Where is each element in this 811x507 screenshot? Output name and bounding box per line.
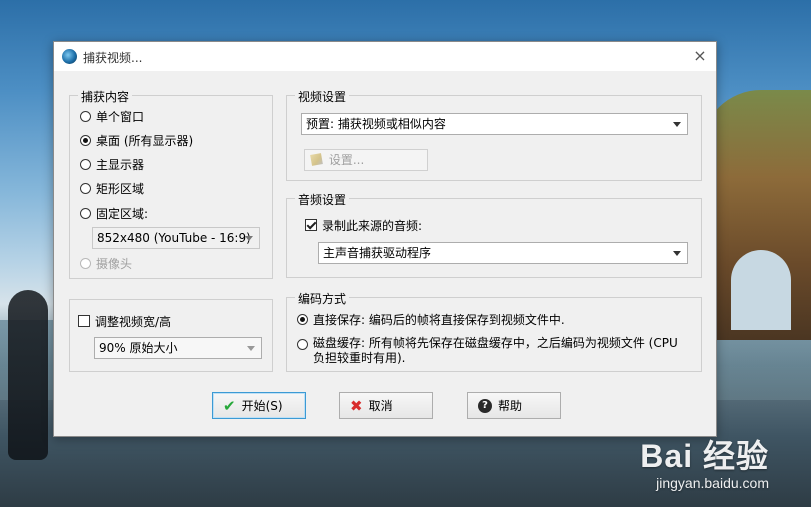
video-settings-label: 视频设置 [295, 88, 350, 105]
background-runner-silhouette [8, 290, 48, 460]
resize-group: 调整视频宽/高 90% 原始大小 [69, 299, 273, 372]
radio-circle[interactable] [80, 182, 91, 194]
fixed-region-value: 852x480 (YouTube - 16:9) [97, 231, 251, 245]
radio-fixed-region[interactable]: 固定区域: [80, 205, 148, 221]
watermark-url: jingyan.baidu.com [656, 475, 769, 491]
close-button[interactable]: × [690, 46, 710, 66]
watermark-logo: Bai 经验 [640, 438, 769, 474]
encoding-label: 编码方式 [295, 290, 350, 307]
radio-rectangle-region[interactable]: 矩形区域 [80, 180, 144, 196]
radio-circle[interactable] [80, 207, 91, 219]
record-audio-row[interactable]: 录制此来源的音频: [305, 217, 422, 233]
audio-source-dropdown[interactable]: 主声音捕获驱动程序 [318, 242, 688, 264]
cancel-button[interactable]: ✖ 取消 [339, 392, 433, 419]
resize-checkbox-row[interactable]: 调整视频宽/高 [78, 313, 171, 329]
resize-checkbox-label: 调整视频宽/高 [95, 314, 172, 329]
checkmark-icon: ✔ [223, 396, 236, 415]
chevron-down-icon [673, 122, 681, 127]
record-audio-checkbox[interactable] [305, 219, 317, 231]
video-settings-button: 设置... [304, 149, 428, 171]
video-preset-dropdown[interactable]: 预置: 捕获视频或相似内容 [301, 113, 688, 135]
encoding-group: 编码方式 直接保存: 编码后的帧将直接保存到视频文件中. 磁盘缓存: 所有帧将先… [286, 290, 702, 372]
audio-source-value: 主声音捕获驱动程序 [323, 246, 432, 260]
radio-circle[interactable] [80, 110, 91, 122]
help-button-label: 帮助 [498, 399, 523, 413]
question-icon: ? [478, 398, 492, 413]
radio-single-window[interactable]: 单个窗口 [80, 108, 144, 124]
capture-content-label: 捕获内容 [78, 88, 133, 105]
background-rock-arch [731, 250, 791, 330]
radio-circle[interactable] [80, 158, 91, 170]
start-button[interactable]: ✔ 开始(S) [212, 392, 306, 419]
radio-label: 桌面 (所有显示器) [96, 133, 194, 148]
radio-disk-cache[interactable]: 磁盘缓存: 所有帧将先保存在磁盘缓存中，之后编码为视频文件 (CPU 负担较重时… [297, 336, 689, 366]
direct-save-label: 直接保存: 编码后的帧将直接保存到视频文件中. [313, 313, 565, 327]
baidu-jingyan-watermark: Bai 经验 jingyan.baidu.com [640, 431, 769, 491]
video-settings-group: 视频设置 预置: 捕获视频或相似内容 设置... [286, 88, 702, 181]
radio-label: 固定区域: [96, 206, 149, 221]
start-button-label: 开始(S) [241, 399, 283, 413]
chevron-down-icon [673, 251, 681, 256]
dialog-title: 捕获视频... [83, 51, 143, 65]
capture-video-dialog: 捕获视频... × 捕获内容 单个窗口 桌面 (所有显示器) 主显示器 矩形区域… [53, 41, 717, 437]
radio-label: 摄像头 [96, 256, 133, 271]
radio-circle [80, 257, 91, 269]
cancel-button-label: 取消 [368, 399, 393, 413]
radio-direct-save[interactable]: 直接保存: 编码后的帧将直接保存到视频文件中. [297, 311, 565, 328]
app-logo-icon [62, 49, 77, 64]
disk-cache-label: 磁盘缓存: 所有帧将先保存在磁盘缓存中，之后编码为视频文件 (CPU 负担较重时… [313, 336, 678, 365]
radio-label: 主显示器 [96, 157, 145, 172]
x-mark-icon: ✖ [350, 396, 363, 415]
radio-label: 单个窗口 [96, 109, 145, 124]
radio-circle[interactable] [297, 314, 308, 325]
record-audio-label: 录制此来源的音频: [322, 218, 423, 233]
resize-checkbox[interactable] [78, 315, 90, 327]
pencil-icon [310, 153, 323, 166]
radio-camera: 摄像头 [80, 255, 132, 271]
audio-settings-label: 音频设置 [295, 191, 350, 208]
radio-desktop-all-monitors[interactable]: 桌面 (所有显示器) [80, 132, 193, 148]
video-settings-button-label: 设置... [328, 153, 365, 167]
help-button[interactable]: ? 帮助 [467, 392, 561, 419]
capture-content-group: 捕获内容 单个窗口 桌面 (所有显示器) 主显示器 矩形区域 固定区域: 852… [69, 88, 273, 279]
radio-main-monitor[interactable]: 主显示器 [80, 156, 144, 172]
radio-circle[interactable] [297, 339, 308, 350]
dialog-titlebar: 捕获视频... × [54, 42, 716, 71]
audio-settings-group: 音频设置 录制此来源的音频: 主声音捕获驱动程序 [286, 191, 702, 278]
fixed-region-dropdown[interactable]: 852x480 (YouTube - 16:9) [92, 227, 260, 249]
radio-circle[interactable] [80, 134, 91, 146]
chevron-down-icon [247, 346, 255, 351]
resize-size-value: 90% 原始大小 [99, 341, 178, 355]
video-preset-value: 预置: 捕获视频或相似内容 [306, 117, 446, 131]
radio-label: 矩形区域 [96, 181, 145, 196]
chevron-down-icon [245, 236, 253, 241]
resize-size-dropdown[interactable]: 90% 原始大小 [94, 337, 262, 359]
